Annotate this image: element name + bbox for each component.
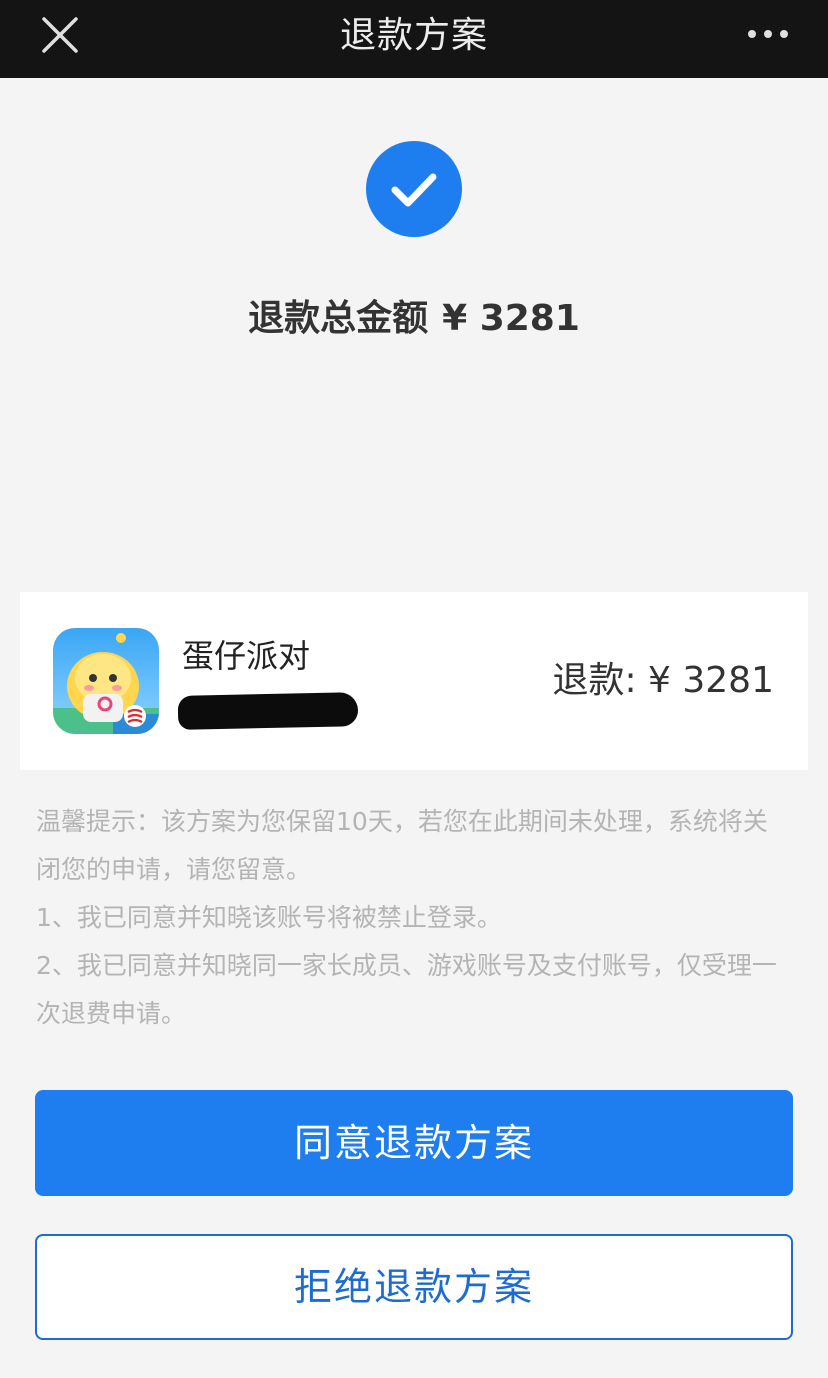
game-name: 蛋仔派对 [182,637,311,675]
top-navigation-bar: 退款方案 [0,0,828,78]
reject-refund-button[interactable]: 拒绝退款方案 [35,1234,793,1340]
tips-notes: 温馨提示：该方案为您保留10天，若您在此期间未处理，系统将关闭您的申请，请您留意… [36,798,792,1038]
refund-total: 退款总金额 ¥ 3281 [0,296,828,342]
page-title: 退款方案 [339,15,488,56]
game-app-icon [53,628,159,734]
check-icon [366,141,462,237]
tip-line: 温馨提示：该方案为您保留10天，若您在此期间未处理，系统将关闭您的申请，请您留意… [36,807,768,884]
agree-refund-button[interactable]: 同意退款方案 [35,1090,793,1196]
item-refund-amount: 退款: ¥ 3281 [552,660,774,701]
refund-item-card: 蛋仔派对 退款: ¥ 3281 [20,592,808,770]
tip-line: 1、我已同意并知晓该账号将被禁止登录。 [36,903,502,932]
more-dots-icon[interactable] [746,22,790,46]
refund-total-label: 退款总金额 [248,298,429,339]
refund-total-amount: ¥ 3281 [442,298,580,339]
tip-line: 2、我已同意并知晓同一家长成员、游戏账号及支付账号，仅受理一次退费申请。 [36,951,777,1028]
redacted-account-info [177,692,359,730]
